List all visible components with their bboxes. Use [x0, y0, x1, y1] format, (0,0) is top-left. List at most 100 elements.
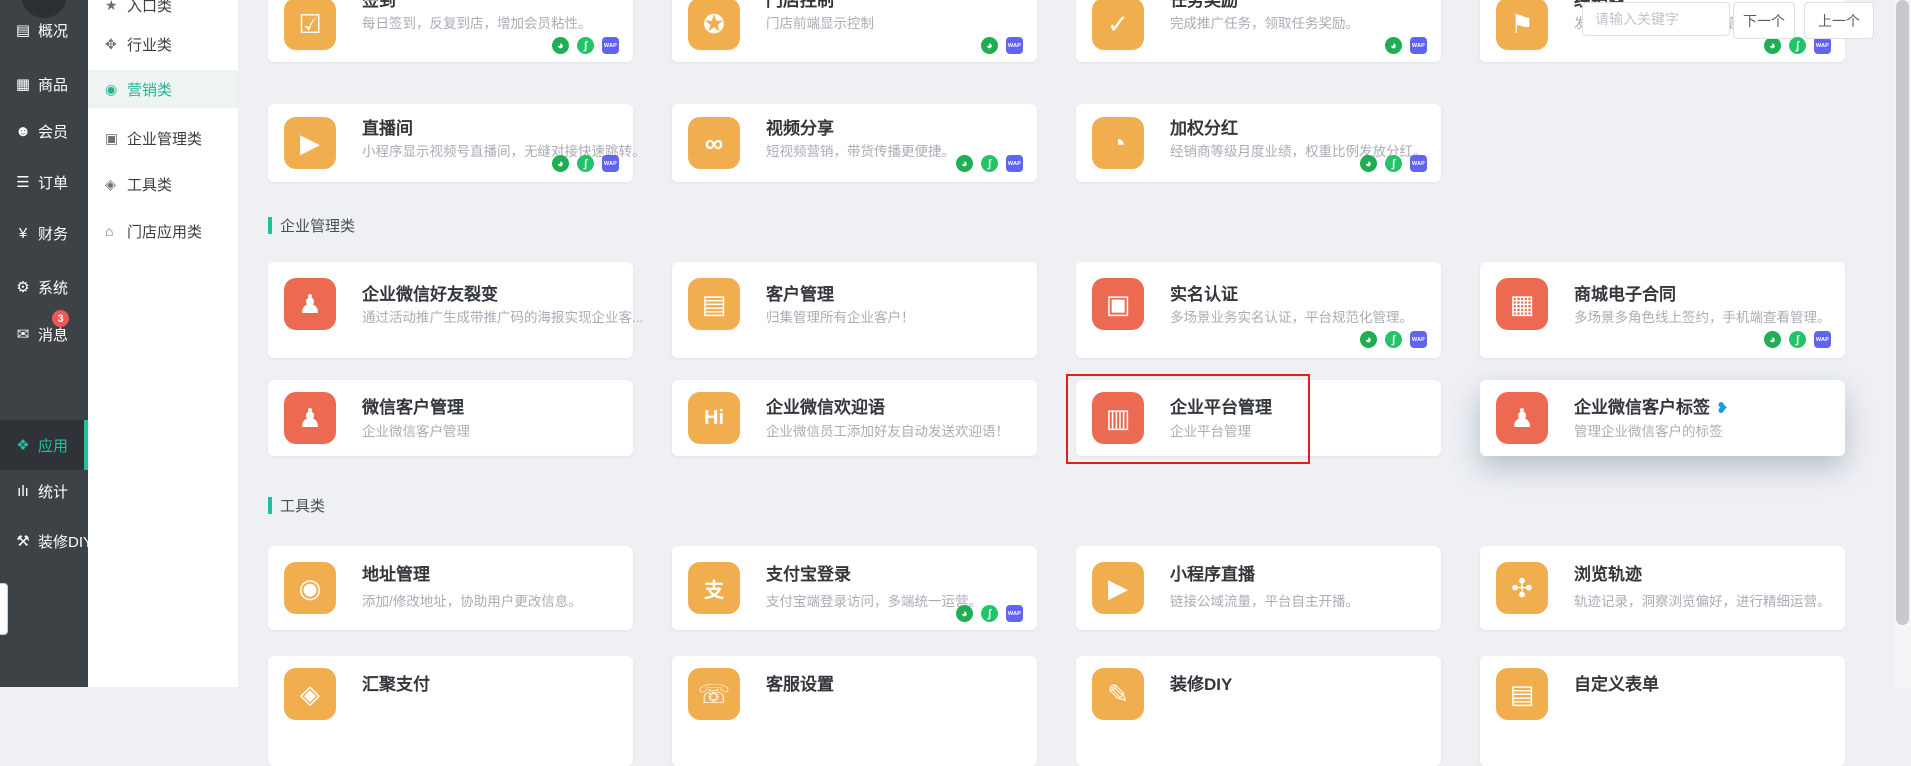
sidebar-item-4[interactable]: ☰订单: [0, 163, 88, 201]
system-icon: ⚙: [8, 278, 38, 296]
message-count-badge: 3: [52, 310, 69, 327]
apps-icon: ❖: [8, 436, 38, 454]
miniprogram-platform-icon: ∫: [577, 155, 594, 172]
app-card-客服设置[interactable]: ☏客服设置: [672, 656, 1037, 766]
sidebar-item-1[interactable]: ▤概况: [0, 11, 88, 49]
task-reward-icon: ✓: [1092, 0, 1144, 50]
industry-category-icon: ✥: [105, 36, 127, 53]
entry-category-icon: ★: [105, 0, 127, 14]
sidebar-item-label: 消息: [38, 324, 68, 345]
prev-button[interactable]: 上一个: [1804, 2, 1874, 39]
sidebar-item-5[interactable]: ¥财务: [0, 214, 88, 252]
app-card-企业微信欢迎语[interactable]: Hi企业微信欢迎语企业微信员工添加好友自动发送欢迎语！: [672, 380, 1037, 456]
app-card-desc: 企业微信员工添加好友自动发送欢迎语！: [766, 420, 1009, 440]
app-card-title: 加权分红: [1170, 114, 1238, 139]
address-book-icon: ◉: [284, 562, 336, 614]
signin-calendar-icon: ☑: [284, 0, 336, 50]
wechat-platform-icon: ◕: [981, 37, 998, 54]
search-input[interactable]: [1582, 2, 1730, 36]
category-item-3[interactable]: ◉营销类: [88, 70, 238, 108]
app-card-title: 小程序直播: [1170, 560, 1255, 585]
platform-badges: ◕∫WAP: [1764, 37, 1831, 54]
app-card-title: 微信客户管理: [362, 393, 464, 418]
app-card-企业平台管理[interactable]: ▥企业平台管理企业平台管理: [1076, 380, 1441, 456]
app-card-小程序直播[interactable]: ▶ 小程序直播链接公域流量，平台自主开播。: [1076, 546, 1441, 630]
marketing-category-icon: ◉: [105, 81, 127, 98]
app-card-title: 任务奖励: [1170, 0, 1238, 11]
vertical-scrollbar[interactable]: [1894, 0, 1911, 687]
app-card-企业微信好友裂变[interactable]: ♟企业微信好友裂变通过活动推广生成带推广码的海报实现企业客...: [268, 262, 633, 358]
app-card-实名认证[interactable]: ▣实名认证多场景业务实名认证，平台规范化管理。◕∫WAP: [1076, 262, 1441, 358]
video-share-icon: ∞: [688, 117, 740, 169]
category-item-5[interactable]: ◈工具类: [88, 165, 238, 203]
app-card-title: 企业微信欢迎语: [766, 393, 885, 418]
app-card-门店控制[interactable]: ✪门店控制门店前端显示控制◕WAP: [672, 0, 1037, 62]
app-card-客户管理[interactable]: ▤客户管理归集管理所有企业客户！: [672, 262, 1037, 358]
sidebar-item-7[interactable]: ✉消息: [0, 315, 88, 353]
sidebar-item-6[interactable]: ⚙系统: [0, 268, 88, 306]
wap-platform-icon: WAP: [1006, 605, 1023, 622]
category-item-label: 企业管理类: [127, 128, 202, 149]
wechat-platform-icon: ◕: [956, 605, 973, 622]
wap-platform-icon: WAP: [1814, 37, 1831, 54]
app-card-地址管理[interactable]: ◉地址管理添加/修改地址，协助用户更改信息。: [268, 546, 633, 630]
wap-platform-icon: WAP: [1410, 155, 1427, 172]
platform-badges: ◕∫WAP: [552, 155, 619, 172]
sidebar-item-8[interactable]: ❖应用: [0, 420, 88, 470]
customer-file-icon: ▤: [688, 278, 740, 330]
sidebar-item-10[interactable]: ⚒装修DIY: [0, 522, 88, 560]
miniprogram-platform-icon: ∫: [1385, 331, 1402, 348]
category-item-6[interactable]: ⌂门店应用类: [88, 212, 238, 250]
app-card-自定义表单[interactable]: ▤自定义表单: [1480, 656, 1845, 766]
app-card-desc: 企业微信客户管理: [362, 420, 470, 440]
app-card-任务奖励[interactable]: ✓任务奖励完成推广任务，领取任务奖励。◕WAP: [1076, 0, 1441, 62]
app-card-签到[interactable]: ☑签到每日签到，反复到店，增加会员粘性。◕∫WAP: [268, 0, 633, 62]
wechat-customer-icon: ♟: [284, 392, 336, 444]
app-card-title: 门店控制: [766, 0, 834, 11]
app-card-浏览轨迹[interactable]: ✣浏览轨迹轨迹记录，洞察浏览偏好，进行精细运营。: [1480, 546, 1845, 630]
app-card-商城电子合同[interactable]: ▦商城电子合同多场景多角色线上签约，手机端查看管理。◕∫WAP: [1480, 262, 1845, 358]
category-item-1[interactable]: ★入口类: [88, 0, 238, 24]
sidebar-item-2[interactable]: ▦商品: [0, 65, 88, 103]
category-item-label: 营销类: [127, 79, 172, 100]
miniprogram-live-icon: ▶: [1092, 562, 1144, 614]
app-card-desc: 通过活动推广生成带推广码的海报实现企业客...: [362, 306, 643, 326]
sidebar-item-9[interactable]: ılı统计: [0, 472, 88, 510]
app-card-直播间[interactable]: ▶直播间小程序显示视频号直播间，无缝对接快速跳转。◕∫WAP: [268, 104, 633, 182]
app-card-企业微信客户标签[interactable]: ♟企业微信客户标签❥管理企业微信客户的标签: [1480, 380, 1845, 456]
category-item-4[interactable]: ▣企业管理类: [88, 119, 238, 157]
app-card-支付宝登录[interactable]: 支支付宝登录支付宝端登录访问，多端统一运营。◕∫WAP: [672, 546, 1037, 630]
wechat-platform-icon: ◕: [552, 37, 569, 54]
app-card-微信客户管理[interactable]: ♟ 微信客户管理企业微信客户管理: [268, 380, 633, 456]
miniprogram-platform-icon: ∫: [1385, 155, 1402, 172]
app-card-title: 企业微信好友裂变: [362, 280, 498, 305]
wap-platform-icon: WAP: [1410, 37, 1427, 54]
app-card-desc: 链接公域流量，平台自主开播。: [1170, 590, 1359, 610]
app-card-汇聚支付[interactable]: ◈汇聚支付: [268, 656, 633, 766]
app-card-title: 支付宝登录: [766, 560, 851, 585]
sidebar-item-label: 概况: [38, 20, 68, 41]
app-card-title: 装修DIY: [1170, 670, 1232, 695]
browse-track-icon: ✣: [1496, 562, 1548, 614]
live-room-icon: ▶: [284, 117, 336, 169]
goods-icon: ▦: [8, 75, 38, 93]
diy-icon: ⚒: [8, 532, 38, 550]
app-card-title: 自定义表单: [1574, 670, 1659, 695]
sidebar-item-label: 统计: [38, 481, 68, 502]
sidebar-item-3[interactable]: ☻会员: [0, 112, 88, 150]
category-item-label: 行业类: [127, 34, 172, 55]
scrollbar-thumb[interactable]: [1896, 0, 1909, 625]
stats-icon: ılı: [8, 483, 38, 500]
next-button[interactable]: 下一个: [1733, 2, 1795, 39]
category-item-2[interactable]: ✥行业类: [88, 25, 238, 63]
app-card-视频分享[interactable]: ∞视频分享短视频营销，带货传播更便捷。◕∫WAP: [672, 104, 1037, 182]
platform-badges: ◕∫WAP: [956, 605, 1023, 622]
app-card-title: 视频分享: [766, 114, 834, 139]
collapsed-panel-handle[interactable]: [0, 583, 8, 635]
app-card-加权分红[interactable]: ◔加权分红经销商等级月度业绩，权重比例发放分红。◕∫WAP: [1076, 104, 1441, 182]
app-card-装修DIY[interactable]: ✎装修DIY: [1076, 656, 1441, 766]
wap-platform-icon: WAP: [1814, 331, 1831, 348]
members-icon: ☻: [8, 123, 38, 140]
section-header: 企业管理类: [268, 216, 355, 234]
category-item-label: 工具类: [127, 174, 172, 195]
